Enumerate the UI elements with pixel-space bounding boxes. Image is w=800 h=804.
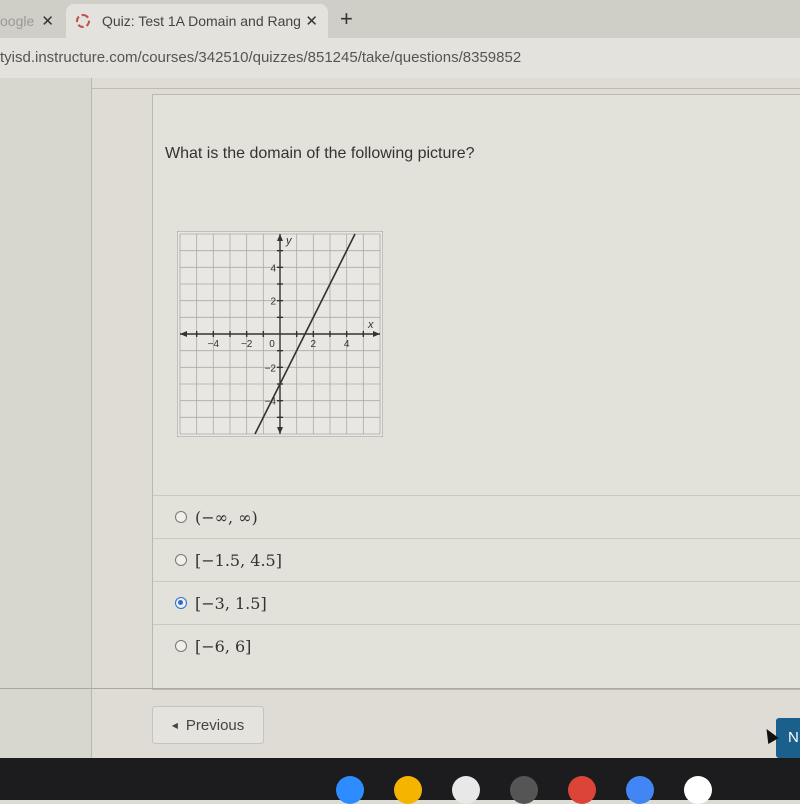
x-axis-label: x — [367, 319, 374, 331]
new-tab-button[interactable]: + — [340, 6, 353, 32]
taskbar — [0, 758, 800, 804]
x-tick-label: −4 — [208, 339, 220, 350]
tab-google[interactable]: oogle ✕ — [0, 4, 64, 38]
divider — [91, 88, 800, 89]
divider — [0, 688, 800, 689]
tab-label: oogle — [0, 13, 35, 29]
radio-button[interactable] — [175, 640, 187, 652]
radio-button[interactable] — [175, 554, 187, 566]
radio-button[interactable] — [175, 511, 187, 523]
question-card: What is the domain of the following pict… — [152, 94, 800, 690]
x-tick-label: 4 — [344, 339, 350, 350]
answer-option[interactable]: [−6, 6] — [153, 624, 800, 667]
quiz-page: What is the domain of the following pict… — [0, 78, 800, 758]
left-sidebar — [0, 78, 92, 758]
y-tick-label: −2 — [265, 363, 277, 374]
x-tick-label: 0 — [269, 339, 275, 350]
x-tick-label: −2 — [241, 339, 253, 350]
answer-label: (−∞, ∞) — [195, 507, 258, 527]
previous-label: Previous — [185, 716, 245, 734]
coordinate-graph: x y −4−2024 42−2−4 — [177, 231, 383, 437]
answer-list: (−∞, ∞) [−1.5, 4.5] [−3, 1.5] [−6, 6] — [153, 495, 800, 667]
answer-label: [−1.5, 4.5] — [195, 550, 282, 570]
close-tab-icon[interactable]: ✕ — [41, 12, 54, 30]
tab-label: Quiz: Test 1A Domain and Rang — [102, 13, 301, 29]
tab-quiz[interactable]: Quiz: Test 1A Domain and Rang ✕ — [66, 4, 328, 38]
close-tab-icon[interactable]: ✕ — [305, 12, 318, 30]
radio-button[interactable] — [175, 597, 187, 609]
previous-button[interactable]: ◀ Previous — [152, 706, 264, 744]
y-tick-label: 2 — [270, 297, 276, 308]
answer-option[interactable]: [−1.5, 4.5] — [153, 538, 800, 581]
answer-option[interactable]: (−∞, ∞) — [153, 495, 800, 538]
url-text[interactable]: tyisd.instructure.com/courses/342510/qui… — [0, 49, 521, 66]
question-text: What is the domain of the following pict… — [165, 145, 475, 162]
next-button[interactable]: N — [776, 718, 800, 758]
tab-strip: oogle ✕ Quiz: Test 1A Domain and Rang ✕ … — [0, 0, 800, 38]
answer-label: [−6, 6] — [195, 636, 252, 656]
x-tick-label: 2 — [311, 339, 317, 350]
address-bar[interactable]: tyisd.instructure.com/courses/342510/qui… — [0, 38, 800, 78]
y-tick-label: 4 — [270, 263, 276, 274]
answer-option[interactable]: [−3, 1.5] — [153, 581, 800, 624]
caret-left-icon: ◀ — [171, 720, 178, 730]
loading-favicon-icon — [76, 14, 90, 28]
answer-label: [−3, 1.5] — [195, 593, 267, 613]
